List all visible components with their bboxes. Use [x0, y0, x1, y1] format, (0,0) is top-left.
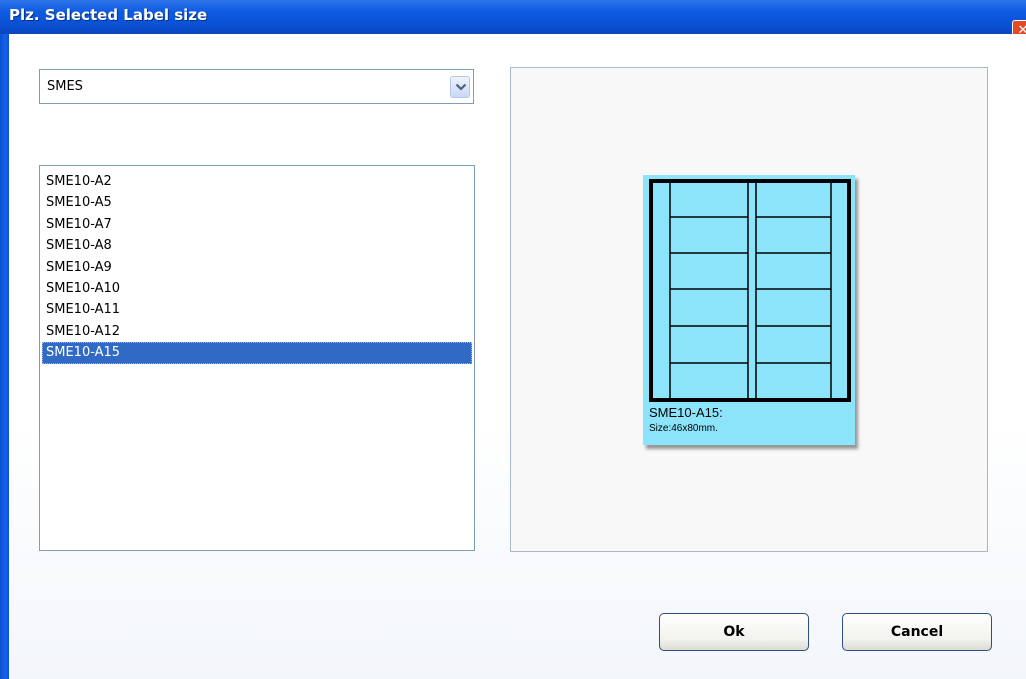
list-item[interactable]: SME10-A8	[42, 235, 472, 256]
list-item[interactable]: SME10-A7	[42, 214, 472, 235]
list-item[interactable]: SME10-A11	[42, 299, 472, 320]
window-frame	[0, 34, 9, 679]
list-item[interactable]: SME10-A5	[42, 192, 472, 213]
cancel-button[interactable]: Cancel	[842, 613, 992, 651]
list-item[interactable]: SME10-A12	[42, 321, 472, 342]
list-item[interactable]: SME10-A2	[42, 171, 472, 192]
label-preview-card: SME10-A15: Size:46x80mm.	[643, 175, 855, 445]
label-size-items: SME10-A2 SME10-A5 SME10-A7 SME10-A8 SME10-A9…	[42, 171, 472, 364]
category-dropdown-value: SMES	[47, 79, 83, 94]
label-size-list[interactable]: SME10-A2 SME10-A5 SME10-A7 SME10-A8 SME10-A9…	[39, 165, 475, 551]
list-item[interactable]: SME10-A15	[42, 342, 472, 364]
ok-button[interactable]: Ok	[659, 613, 809, 651]
chevron-down-icon	[455, 83, 467, 91]
title-bar[interactable]: Plz. Selected Label size	[0, 0, 1026, 35]
window-title: Plz. Selected Label size	[9, 6, 208, 24]
category-dropdown[interactable]: SMES	[39, 69, 474, 104]
label-preview-panel: SME10-A15: Size:46x80mm.	[510, 67, 988, 552]
dropdown-button[interactable]	[450, 76, 470, 98]
list-item[interactable]: SME10-A10	[42, 278, 472, 299]
list-item[interactable]: SME10-A9	[42, 257, 472, 278]
label-sheet-diagram	[649, 179, 851, 402]
label-name: SME10-A15:	[649, 405, 723, 420]
label-size-text: Size:46x80mm.	[649, 423, 718, 434]
